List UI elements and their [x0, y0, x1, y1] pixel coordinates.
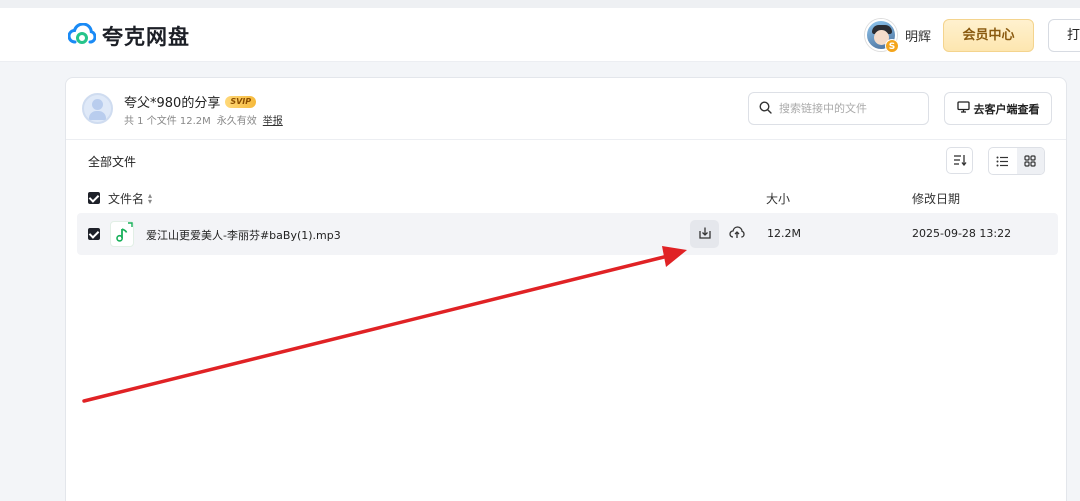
view-toggle [988, 147, 1045, 175]
table-header: 文件名 ▴ ▾ 大小 修改日期 [66, 186, 1066, 210]
open-in-client-label: 去客户端查看 [973, 102, 1040, 116]
share-validity: 永久有效 [216, 116, 257, 127]
user-profile[interactable]: S 明辉 [865, 19, 931, 53]
row-checkbox[interactable] [88, 228, 100, 240]
grid-view-icon [1024, 152, 1036, 171]
file-modified-date: 2025-09-28 13:22 [912, 227, 1012, 240]
svip-avatar-badge: S [885, 39, 899, 53]
cloud-logo-icon [67, 22, 97, 49]
sort-button[interactable] [946, 147, 973, 174]
download-button[interactable] [690, 220, 719, 248]
open-client-button[interactable]: 打 [1048, 19, 1080, 52]
svip-badge: SVIP [225, 95, 257, 108]
download-icon [698, 226, 712, 243]
sharer-avatar [82, 93, 113, 124]
app-logo-text: 夸克网盘 [102, 25, 190, 49]
column-header-name-label: 文件名 [108, 192, 145, 206]
share-header: 夸父*980的分享 SVIP 共 1 个文件 12.2M 永久有效 举报 去客户… [66, 78, 1066, 140]
share-title-text: 夸父*980的分享 [124, 96, 221, 111]
top-header: 夸克网盘 S 明辉 会员中心 打 [0, 0, 1080, 62]
table-row[interactable]: 爱江山更爱美人-李丽芬#baBy(1).mp3 12.2M 2025-09-28… [77, 213, 1058, 255]
list-view-icon [996, 152, 1009, 171]
app-logo[interactable]: 夸克网盘 [67, 21, 190, 51]
share-card: 夸父*980的分享 SVIP 共 1 个文件 12.2M 永久有效 举报 去客户… [65, 77, 1067, 501]
grid-view-button[interactable] [1016, 148, 1044, 174]
share-title: 夸父*980的分享 SVIP [124, 92, 257, 111]
sort-icon [953, 151, 967, 170]
search-input[interactable] [779, 102, 919, 115]
share-meta: 共 1 个文件 12.2M 永久有效 举报 [124, 112, 283, 127]
vip-center-button[interactable]: 会员中心 [943, 19, 1034, 52]
column-header-date: 修改日期 [912, 192, 961, 206]
share-file-count: 共 1 个文件 12.2M [124, 116, 211, 127]
file-size: 12.2M [767, 227, 801, 240]
select-all-checkbox[interactable] [88, 192, 100, 204]
cloud-save-icon [728, 226, 745, 242]
save-to-cloud-button[interactable] [722, 220, 751, 248]
open-in-client-button[interactable]: 去客户端查看 [944, 92, 1052, 125]
username[interactable]: 明辉 [905, 26, 931, 45]
column-header-name[interactable]: 文件名 ▴ ▾ [108, 190, 152, 207]
search-box[interactable] [748, 92, 929, 125]
avatar[interactable]: S [865, 19, 899, 53]
music-file-icon [110, 221, 134, 247]
file-name[interactable]: 爱江山更爱美人-李丽芬#baBy(1).mp3 [146, 227, 341, 243]
report-link[interactable]: 举报 [263, 112, 283, 127]
search-icon [759, 99, 772, 118]
sort-arrows-icon: ▴ ▾ [148, 190, 153, 206]
monitor-icon [956, 101, 970, 116]
breadcrumb[interactable]: 全部文件 [88, 153, 136, 170]
column-header-size: 大小 [766, 192, 791, 206]
list-view-button[interactable] [989, 148, 1017, 174]
